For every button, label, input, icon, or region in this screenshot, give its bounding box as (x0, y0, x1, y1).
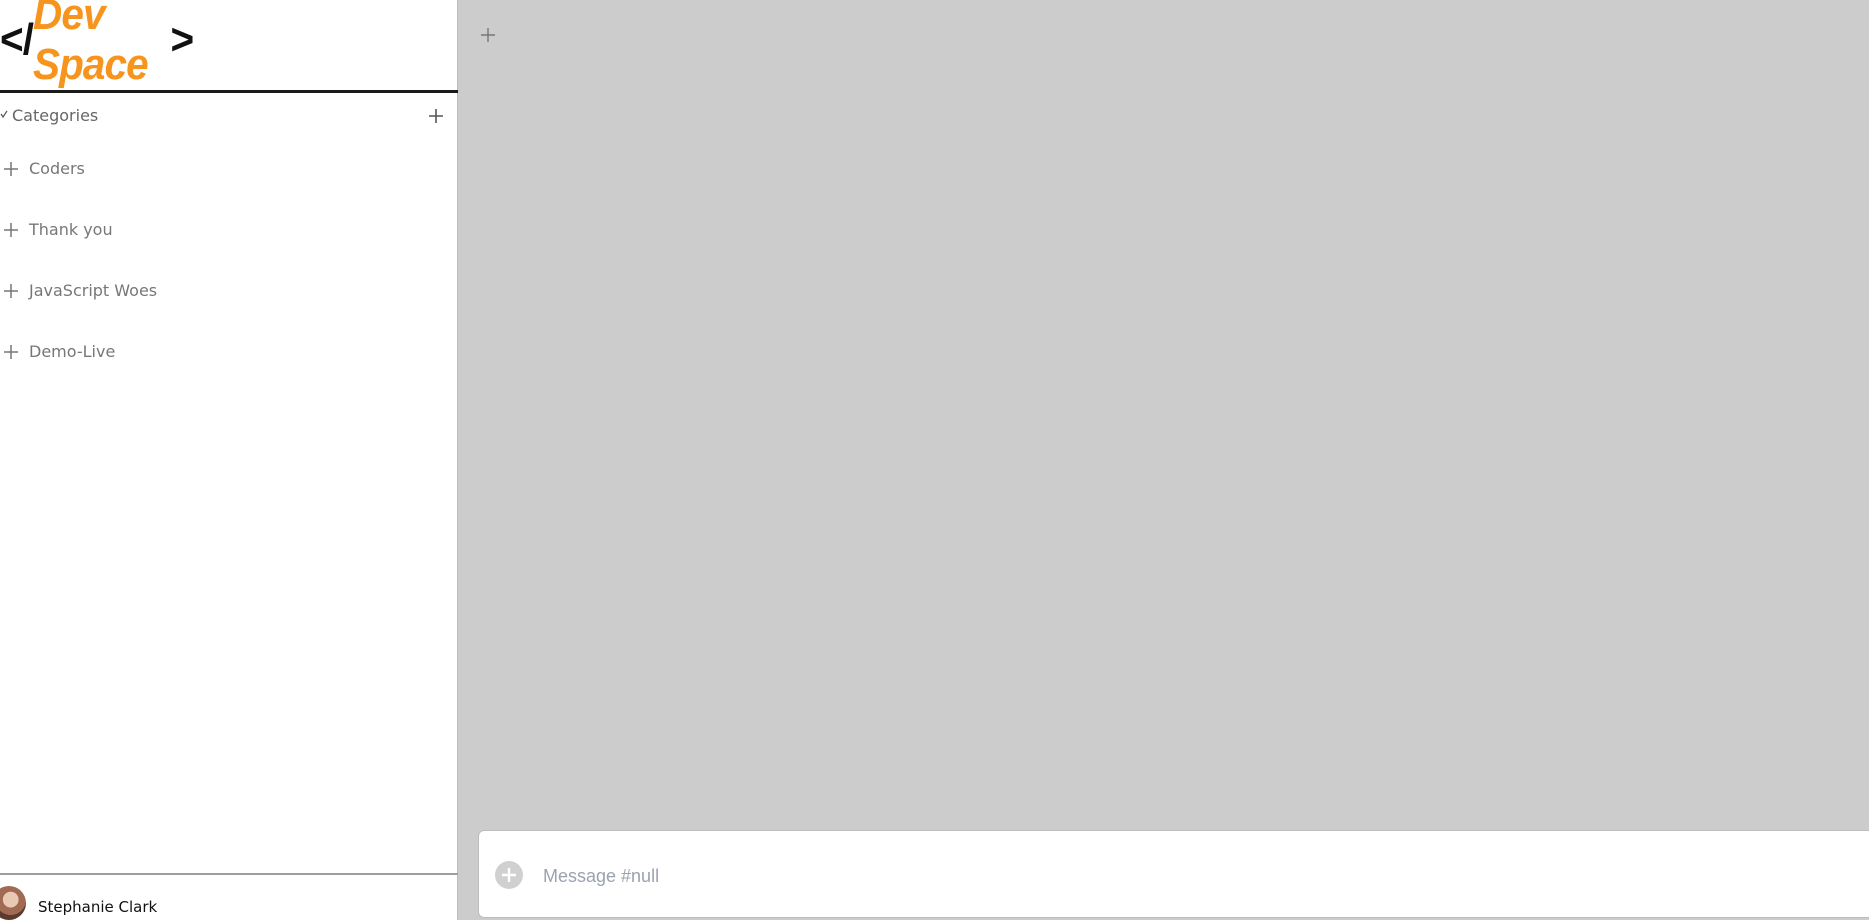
channel-label: Demo-Live (29, 342, 116, 361)
channel-item-javascript-woes[interactable]: JavaScript Woes (0, 278, 458, 339)
user-divider (0, 873, 458, 875)
channel-item-coders[interactable]: Coders (0, 156, 458, 217)
plus-icon (4, 162, 18, 176)
add-channel-plus-icon[interactable] (480, 27, 496, 43)
plus-icon (502, 868, 516, 882)
chevron-down-icon[interactable] (0, 110, 8, 120)
channel-label: JavaScript Woes (29, 281, 158, 300)
channel-item-demo-live[interactable]: Demo-Live (0, 339, 458, 400)
channel-label: Thank you (29, 220, 113, 239)
logo: </ Dev Space > (0, 0, 194, 89)
channel-item-thank-you[interactable]: Thank you (0, 217, 458, 278)
user-name: Stephanie Clark (38, 898, 158, 916)
user-area[interactable]: Stephanie Clark (0, 886, 458, 920)
sidebar: </ Dev Space > Categories Coders Thank y… (0, 0, 458, 920)
logo-open-bracket: </ (0, 15, 34, 64)
logo-close-bracket: > (170, 15, 194, 64)
channel-list: Coders Thank you JavaScript Woes Demo-Li… (0, 156, 458, 400)
plus-icon (4, 284, 18, 298)
main-panel (458, 0, 1869, 920)
avatar[interactable] (0, 886, 26, 920)
channel-label: Coders (29, 159, 85, 178)
message-composer (478, 830, 1869, 918)
app: </ Dev Space > Categories Coders Thank y… (0, 0, 1869, 920)
attach-plus-circle-icon[interactable] (495, 861, 523, 889)
sidebar-divider (0, 90, 458, 93)
logo-name: Dev Space (33, 0, 149, 89)
categories-title: Categories (12, 106, 99, 125)
message-input[interactable] (541, 855, 1845, 897)
add-category-plus-icon[interactable] (427, 107, 445, 125)
categories-header[interactable]: Categories (0, 104, 458, 130)
plus-icon (4, 223, 18, 237)
plus-icon (4, 345, 18, 359)
